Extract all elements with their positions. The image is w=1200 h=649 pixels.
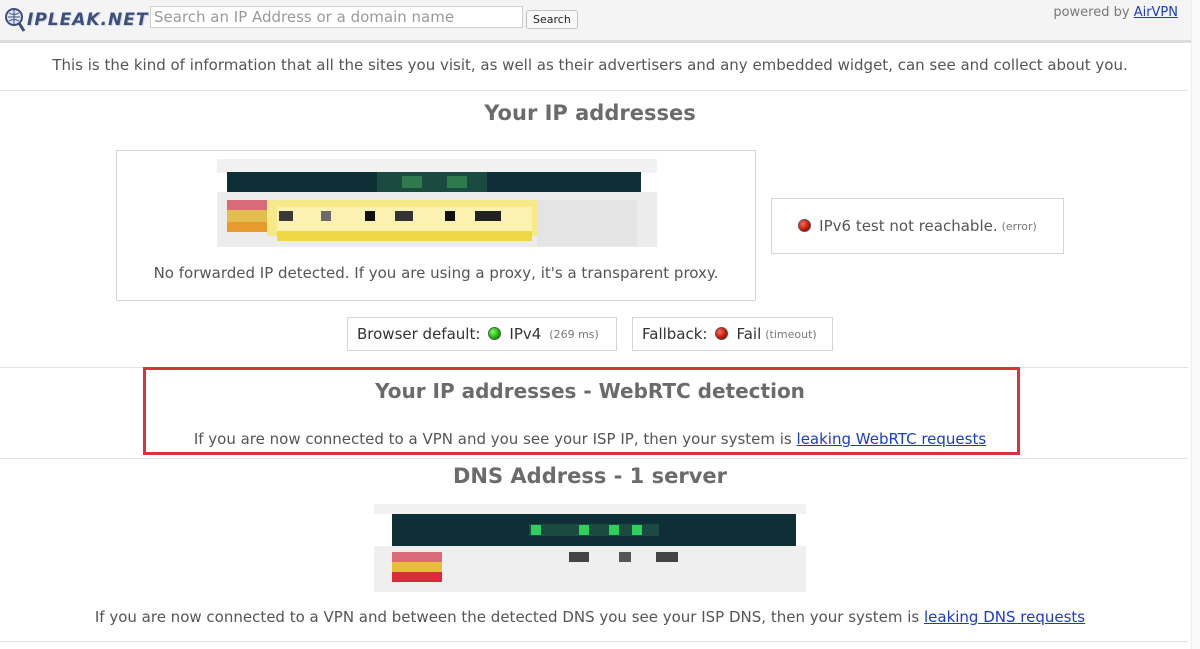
divider — [0, 641, 1188, 642]
dns-info-text: If you are now connected to a VPN and be… — [94, 608, 920, 626]
redacted-dns-image — [374, 504, 806, 594]
site-logo[interactable]: IPLEAK.NET — [4, 6, 148, 34]
dns-info: If you are now connected to a VPN and be… — [0, 608, 1180, 626]
divider — [0, 458, 1188, 459]
browser-default-label: Browser default: — [357, 325, 481, 343]
webrtc-section-title: Your IP addresses - WebRTC detection — [375, 379, 805, 403]
fallback-box: Fallback: Fail (timeout) — [632, 317, 833, 351]
fallback-value: Fail — [736, 325, 762, 343]
dns-leak-link[interactable]: leaking DNS requests — [924, 608, 1085, 626]
browser-default-time: (269 ms) — [549, 327, 599, 341]
scrollbar[interactable] — [1191, 0, 1200, 649]
dns-section-title: DNS Address - 1 server — [452, 464, 727, 488]
webrtc-leak-link[interactable]: leaking WebRTC requests — [797, 430, 987, 448]
fallback-note: (timeout) — [765, 327, 817, 341]
redacted-ip-image — [217, 159, 657, 255]
ipv6-status-box: IPv6 test not reachable. (error) — [771, 198, 1064, 254]
fallback-label: Fallback: — [642, 325, 708, 343]
status-red-icon — [798, 218, 812, 232]
webrtc-info: If you are now connected to a VPN and yo… — [0, 430, 1180, 448]
search-button[interactable]: Search — [526, 10, 578, 29]
powered-by: powered by AirVPN — [1053, 5, 1178, 20]
logo-text: IPLEAK.NET — [27, 10, 149, 30]
status-red-icon — [715, 326, 729, 340]
forwarded-ip-note: No forwarded IP detected. If you are usi… — [153, 264, 719, 282]
search-input[interactable] — [150, 6, 523, 28]
ipv6-status-text: IPv6 test not reachable. — [819, 217, 998, 235]
browser-default-box: Browser default: IPv4 (269 ms) — [347, 317, 617, 351]
airvpn-link[interactable]: AirVPN — [1134, 5, 1178, 20]
powered-by-label: powered by — [1053, 5, 1130, 20]
top-bar: IPLEAK.NET Search powered by AirVPN — [0, 0, 1192, 43]
intro-text: This is the kind of information that all… — [52, 56, 1128, 74]
ip-section-title: Your IP addresses — [484, 101, 696, 125]
status-green-icon — [488, 326, 502, 340]
ipv6-status-note: (error) — [1001, 219, 1037, 233]
divider — [0, 90, 1188, 91]
ip-address-box: No forwarded IP detected. If you are usi… — [116, 150, 756, 301]
magnifier-globe-icon — [5, 8, 26, 32]
browser-default-value: IPv4 — [509, 325, 542, 343]
webrtc-info-text: If you are now connected to a VPN and yo… — [193, 430, 792, 448]
